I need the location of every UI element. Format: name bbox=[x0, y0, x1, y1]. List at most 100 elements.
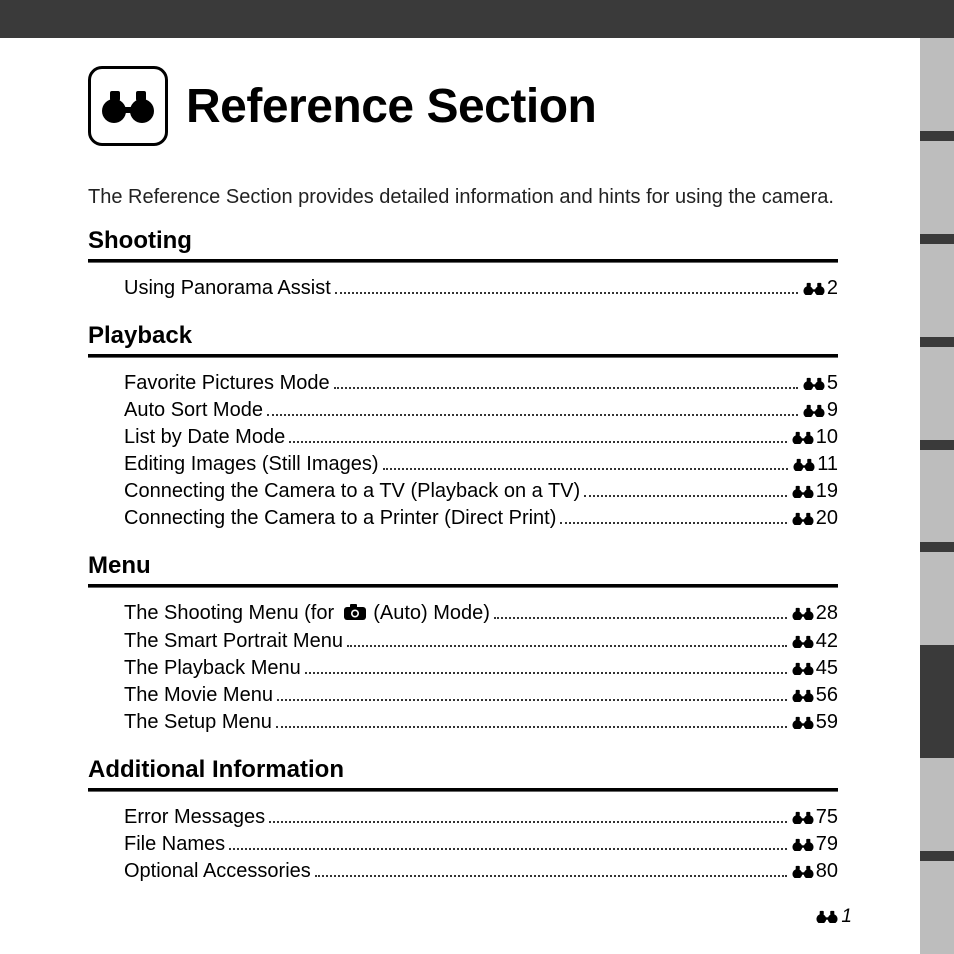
toc-item-page: 9 bbox=[802, 397, 838, 424]
binoculars-icon bbox=[791, 805, 815, 832]
toc-item-page-number: 42 bbox=[816, 628, 838, 655]
toc-item-page: 28 bbox=[791, 600, 838, 627]
side-tab[interactable] bbox=[920, 552, 954, 645]
leader-dots bbox=[289, 441, 787, 443]
toc-item-label: Error Messages bbox=[124, 804, 265, 831]
toc-item-page-number: 5 bbox=[827, 370, 838, 397]
leader-dots bbox=[276, 726, 787, 728]
toc-item-label: The Setup Menu bbox=[124, 709, 272, 736]
toc-item-label: File Names bbox=[124, 831, 225, 858]
toc-sections: Shooting Using Panorama Assist2 Playback Fa… bbox=[88, 227, 838, 885]
toc-item[interactable]: File Names79 bbox=[124, 831, 838, 858]
leader-dots bbox=[277, 699, 787, 701]
binoculars-icon bbox=[791, 683, 815, 710]
toc-item[interactable]: Optional Accessories 80 bbox=[124, 858, 838, 885]
leader-dots bbox=[315, 875, 787, 877]
toc-item-page-number: 59 bbox=[816, 709, 838, 736]
side-tab[interactable] bbox=[920, 861, 954, 954]
toc-item-label: Favorite Pictures Mode bbox=[124, 370, 330, 397]
toc-item[interactable]: List by Date Mode10 bbox=[124, 424, 838, 451]
side-tab-active[interactable] bbox=[920, 655, 954, 748]
toc-item-page-number: 2 bbox=[827, 275, 838, 302]
toc-item-label: Auto Sort Mode bbox=[124, 397, 263, 424]
binoculars-icon bbox=[791, 601, 815, 628]
side-tab[interactable] bbox=[920, 38, 954, 131]
toc-item-page: 11 bbox=[792, 451, 838, 478]
intro-text: The Reference Section provides detailed … bbox=[88, 186, 838, 209]
leader-dots bbox=[334, 387, 798, 389]
toc-item-label: The Shooting Menu (for (Auto) Mode) bbox=[124, 600, 490, 628]
section-heading: Shooting bbox=[88, 227, 838, 255]
toc-item-page: 75 bbox=[791, 804, 838, 831]
leader-dots bbox=[347, 645, 787, 647]
leader-dots bbox=[383, 468, 789, 470]
toc-item-label: The Playback Menu bbox=[124, 655, 301, 682]
toc-item[interactable]: The Smart Portrait Menu42 bbox=[124, 628, 838, 655]
toc-item[interactable]: Connecting the Camera to a Printer (Dire… bbox=[124, 505, 838, 532]
toc-item-page-number: 75 bbox=[816, 804, 838, 831]
section-rule bbox=[88, 584, 838, 588]
toc-item-page: 42 bbox=[791, 628, 838, 655]
section-heading: Additional Information bbox=[88, 756, 838, 784]
toc-item-page: 59 bbox=[791, 709, 838, 736]
side-tab[interactable] bbox=[920, 244, 954, 337]
toc-item[interactable]: Using Panorama Assist2 bbox=[124, 275, 838, 302]
toc-item-page: 45 bbox=[791, 655, 838, 682]
toc-item-page-number: 20 bbox=[816, 505, 838, 532]
camera-icon bbox=[344, 601, 366, 628]
toc-item[interactable]: The Shooting Menu (for (Auto) Mode) 28 bbox=[124, 600, 838, 628]
toc-item[interactable]: Auto Sort Mode 9 bbox=[124, 397, 838, 424]
toc-item[interactable]: The Playback Menu 45 bbox=[124, 655, 838, 682]
section-heading: Menu bbox=[88, 552, 838, 580]
leader-dots bbox=[267, 414, 798, 416]
section-rule bbox=[88, 259, 838, 263]
binoculars-icon bbox=[791, 506, 815, 533]
toc-list: Using Panorama Assist2 bbox=[124, 275, 838, 302]
binoculars-icon bbox=[792, 452, 816, 479]
side-tabs bbox=[920, 38, 954, 954]
side-tab[interactable] bbox=[920, 758, 954, 851]
toc-item[interactable]: Editing Images (Still Images)11 bbox=[124, 451, 838, 478]
side-tab[interactable] bbox=[920, 347, 954, 440]
toc-item-page-number: 9 bbox=[827, 397, 838, 424]
binoculars-icon bbox=[802, 276, 826, 303]
binoculars-icon bbox=[802, 371, 826, 398]
toc-item[interactable]: Connecting the Camera to a TV (Playback … bbox=[124, 478, 838, 505]
toc-list: The Shooting Menu (for (Auto) Mode)28The… bbox=[124, 600, 838, 736]
section-heading: Playback bbox=[88, 322, 838, 350]
binoculars-icon bbox=[88, 66, 168, 146]
side-tab[interactable] bbox=[920, 141, 954, 234]
toc-item-page: 80 bbox=[791, 858, 838, 885]
binoculars-icon bbox=[791, 629, 815, 656]
toc-item-page: 5 bbox=[802, 370, 838, 397]
toc-item-page-number: 56 bbox=[816, 682, 838, 709]
toc-item-label: The Movie Menu bbox=[124, 682, 273, 709]
binoculars-icon bbox=[791, 710, 815, 737]
toc-item-label: Connecting the Camera to a TV (Playback … bbox=[124, 478, 580, 505]
toc-item[interactable]: The Movie Menu 56 bbox=[124, 682, 838, 709]
content-area: Reference Section The Reference Section … bbox=[0, 38, 920, 885]
toc-item-label: Optional Accessories bbox=[124, 858, 311, 885]
toc-item-page-number: 19 bbox=[816, 478, 838, 505]
leader-dots bbox=[560, 522, 786, 524]
leader-dots bbox=[269, 821, 787, 823]
toc-item[interactable]: The Setup Menu 59 bbox=[124, 709, 838, 736]
toc-item-page: 19 bbox=[791, 478, 838, 505]
leader-dots bbox=[335, 292, 798, 294]
toc-item-page-number: 11 bbox=[817, 451, 838, 478]
page-title: Reference Section bbox=[186, 79, 596, 134]
toc-list: Favorite Pictures Mode5Auto Sort Mode9Li… bbox=[124, 370, 838, 532]
leader-dots bbox=[494, 617, 787, 619]
toc-item[interactable]: Favorite Pictures Mode 5 bbox=[124, 370, 838, 397]
leader-dots bbox=[305, 672, 787, 674]
toc-item-page-number: 45 bbox=[816, 655, 838, 682]
toc-item[interactable]: Error Messages 75 bbox=[124, 804, 838, 831]
toc-item-page-number: 28 bbox=[816, 600, 838, 627]
binoculars-icon bbox=[791, 425, 815, 452]
side-tab[interactable] bbox=[920, 450, 954, 543]
toc-item-label: List by Date Mode bbox=[124, 424, 285, 451]
leader-dots bbox=[229, 848, 787, 850]
binoculars-icon bbox=[791, 656, 815, 683]
toc-item-page: 56 bbox=[791, 682, 838, 709]
page-number: 1 bbox=[841, 906, 852, 928]
